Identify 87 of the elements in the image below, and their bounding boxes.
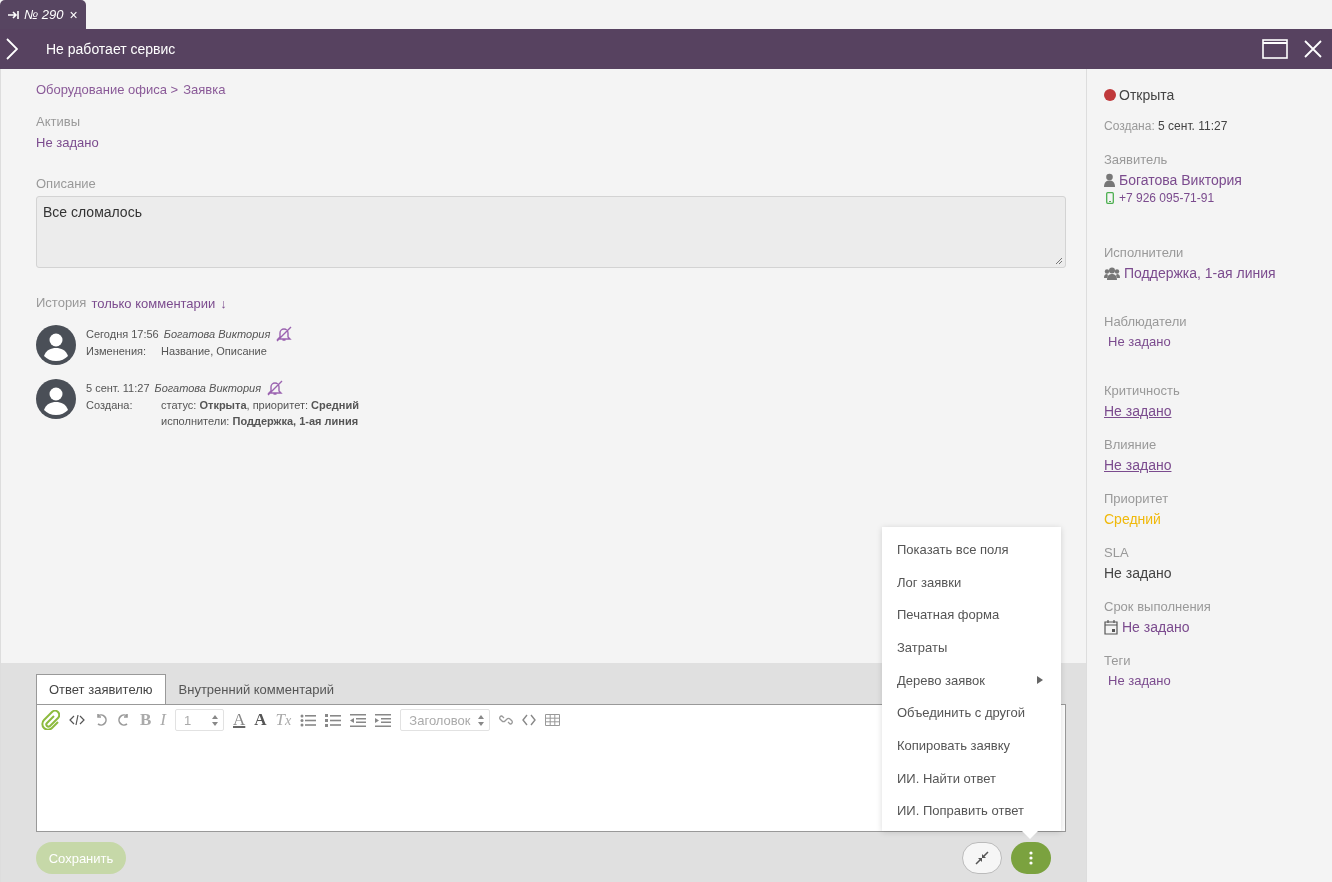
field-value[interactable]: Поддержка, 1-ая линия (1124, 263, 1276, 283)
menu-item[interactable]: Показать все поля (882, 533, 1061, 566)
menu-item[interactable]: Печатная форма (882, 598, 1061, 632)
entry-label: Изменения: (86, 344, 148, 359)
avatar-icon (36, 379, 76, 419)
entry-time: Сегодня 17:56 (86, 328, 159, 340)
field-value[interactable]: Не задано (1108, 671, 1171, 691)
field-value[interactable]: Не задано (1122, 617, 1190, 637)
phone-number[interactable]: +7 926 095-71-91 (1119, 190, 1215, 206)
close-tab-icon[interactable]: × (69, 6, 78, 23)
submenu-arrow-icon (1037, 676, 1043, 685)
link-icon[interactable] (499, 713, 514, 727)
person-icon (1104, 173, 1115, 187)
text-color-icon[interactable]: A (233, 710, 246, 730)
collapse-arrows-icon (975, 851, 989, 865)
menu-item[interactable]: Лог заявки (882, 565, 1061, 599)
entry-label: Создана: (86, 398, 134, 413)
entry-text: исполнители: Поддержка, 1-ая линия (161, 414, 359, 429)
pin-icon (8, 10, 20, 19)
outdent-icon[interactable] (350, 713, 367, 727)
menu-item-label: Дерево заявок (897, 672, 985, 688)
more-options-button[interactable] (1011, 842, 1051, 874)
chevron-right-icon[interactable] (6, 38, 18, 60)
ticket-tab[interactable]: № 290 × (0, 0, 86, 29)
text-background-icon[interactable]: A (254, 710, 267, 730)
field-label: Приоритет (1104, 491, 1170, 507)
field-value[interactable]: Не задано (1104, 455, 1172, 475)
code-icon[interactable] (522, 714, 537, 726)
menu-item[interactable]: Дерево заявок (882, 663, 1061, 697)
status-text: Открыта (1119, 87, 1175, 103)
updown-arrows-icon (478, 714, 485, 726)
entry-author: Богатова Виктория (163, 328, 271, 340)
created-label: Создана: (1104, 119, 1155, 133)
field-label: Критичность (1104, 383, 1181, 399)
calendar-icon (1104, 619, 1118, 635)
description-field[interactable]: Все сломалось (36, 196, 1066, 268)
resize-grip-icon (1055, 257, 1063, 265)
description-text: Все сломалось (43, 204, 142, 220)
breadcrumb-link[interactable]: Оборудование офиса > (36, 82, 179, 97)
menu-item[interactable]: Копировать заявку (882, 729, 1061, 762)
bulleted-list-icon[interactable] (300, 713, 317, 727)
mobile-phone-icon (1106, 192, 1114, 204)
menu-item[interactable]: Затраты (882, 631, 1061, 664)
field-label: Активы (36, 114, 81, 130)
collapse-button[interactable] (962, 842, 1002, 874)
ticket-title: Не работает сервис (46, 41, 177, 57)
sort-arrow-icon[interactable]: ↓ (220, 295, 227, 311)
editor-tab[interactable]: Ответ заявителю (36, 674, 166, 704)
menu-item[interactable]: ИИ. Поправить ответ (882, 794, 1061, 828)
undo-icon[interactable] (94, 713, 108, 727)
attach-icon[interactable] (40, 710, 60, 730)
table-icon[interactable] (545, 714, 561, 726)
field-label: Наблюдатели (1104, 314, 1188, 330)
field-label: SLA (1104, 545, 1130, 561)
field-value[interactable]: Не задано (36, 135, 1066, 150)
group-icon (1104, 266, 1120, 280)
field-label: Описание (36, 176, 97, 192)
close-icon[interactable] (1304, 40, 1322, 58)
field-label: Исполнители (1104, 245, 1185, 261)
source-code-icon[interactable] (69, 714, 85, 726)
field-label: Теги (1104, 653, 1132, 669)
kebab-menu-icon (1029, 851, 1033, 865)
indent-icon[interactable] (375, 713, 392, 727)
field-value: Не задано (1104, 564, 1172, 583)
field-value: Средний (1104, 510, 1161, 529)
updown-arrows-icon (212, 714, 218, 726)
entry-author: Богатова Виктория (154, 382, 262, 394)
history-label: История (36, 295, 87, 311)
entry-time: 5 сент. 11:27 (86, 382, 150, 394)
redo-icon[interactable] (117, 713, 131, 727)
tab-number: № 290 (24, 7, 64, 22)
field-label: Заявитель (1104, 152, 1169, 168)
entry-text: Название, Описание (161, 344, 267, 359)
breadcrumb-current: Заявка (183, 82, 226, 97)
created-date: 5 сент. 11:27 (1158, 119, 1228, 133)
field-value[interactable]: Не задано (1104, 401, 1172, 421)
field-label: Срок выполнения (1104, 599, 1212, 615)
menu-item[interactable]: ИИ. Найти ответ (882, 761, 1061, 795)
field-label: Влияние (1104, 437, 1158, 453)
avatar-icon (36, 325, 76, 365)
history-filter-link[interactable]: только комментарии (91, 295, 216, 311)
field-value[interactable]: Не задано (1108, 332, 1171, 352)
numbered-list-icon[interactable] (325, 713, 342, 727)
maximize-icon[interactable] (1262, 39, 1288, 59)
entry-text: статус: Открыта, приоритет: Средний (161, 398, 359, 413)
field-value[interactable]: Богатова Виктория (1119, 170, 1242, 190)
editor-tab[interactable]: Внутренний комментарий (165, 674, 347, 704)
